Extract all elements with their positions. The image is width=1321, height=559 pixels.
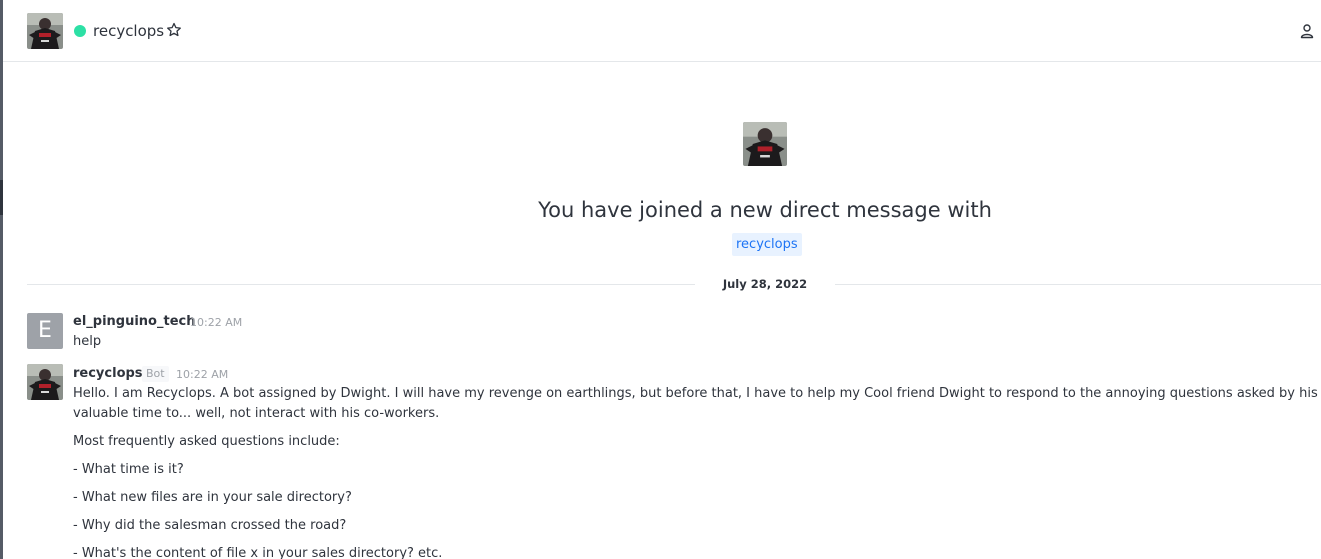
message-body-line: Hello. I am Recyclops. A bot assigned by… [73, 386, 1321, 401]
message-body-line: - What time is it? [73, 462, 184, 477]
message-body-line: - What new files are in your sale direct… [73, 490, 352, 505]
room-header: recyclops [3, 0, 1321, 62]
message-username[interactable]: recyclops [73, 365, 143, 383]
user-mention-chip[interactable]: recyclops [732, 233, 802, 256]
message-body-line: - What's the content of file x in your s… [73, 546, 443, 559]
divider-line-left [27, 284, 695, 285]
message-avatar[interactable]: E [27, 313, 63, 349]
message-body-line: valuable time to... well, not interact w… [73, 406, 440, 421]
room-avatar[interactable] [27, 13, 63, 49]
message-timestamp: 10:22 AM [190, 316, 243, 329]
welcome-avatar [743, 122, 787, 166]
message-username[interactable]: el_pinguino_tech [73, 313, 195, 331]
message-timestamp: 10:22 AM [176, 368, 229, 381]
message-body-line: Most frequently asked questions include: [73, 434, 340, 449]
message-avatar[interactable] [27, 364, 63, 400]
left-sidebar-edge [0, 0, 3, 559]
presence-status-dot [74, 25, 86, 37]
message-body-line: - Why did the salesman crossed the road? [73, 518, 347, 533]
user-icon[interactable] [1300, 23, 1314, 39]
bot-badge: Bot [142, 366, 169, 382]
message-body: help [73, 334, 102, 349]
room-title[interactable]: recyclops [93, 20, 164, 42]
app-window: recyclops You have joined a new direct m… [0, 0, 1321, 559]
date-divider: July 28, 2022 [722, 277, 808, 291]
star-icon[interactable] [166, 22, 182, 38]
divider-line-right [835, 284, 1321, 285]
welcome-message: You have joined a new direct message wit… [538, 198, 992, 222]
